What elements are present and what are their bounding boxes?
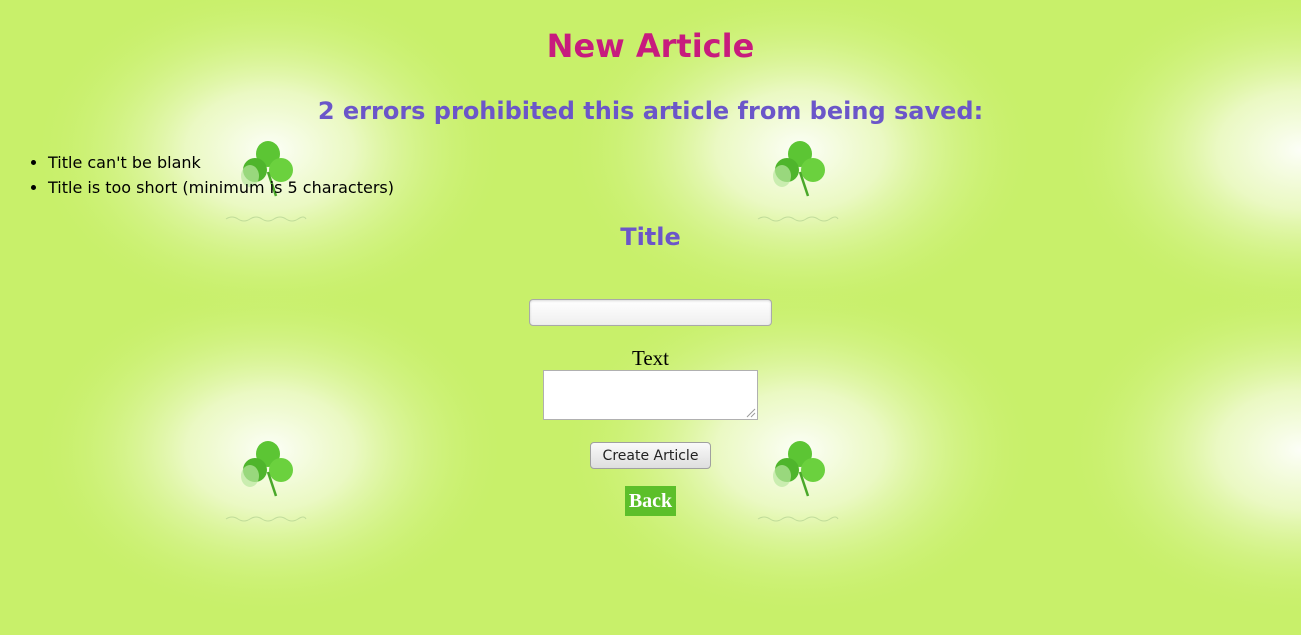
page-title: New Article <box>546 27 755 65</box>
title-label: Title <box>620 223 681 251</box>
error-item: Title is too short (minimum is 5 charact… <box>48 175 394 200</box>
text-textarea[interactable] <box>543 370 758 420</box>
error-list: Title can't be blank Title is too short … <box>28 150 394 200</box>
create-article-button[interactable]: Create Article <box>590 442 711 469</box>
error-summary-heading: 2 errors prohibited this article from be… <box>317 97 984 125</box>
resize-grip-icon[interactable] <box>744 406 756 418</box>
back-link[interactable]: Back <box>625 486 676 516</box>
title-input[interactable] <box>529 299 772 326</box>
page-content: New Article 2 errors prohibited this art… <box>0 0 1301 635</box>
text-label: Text <box>631 346 670 370</box>
error-item: Title can't be blank <box>48 150 394 175</box>
